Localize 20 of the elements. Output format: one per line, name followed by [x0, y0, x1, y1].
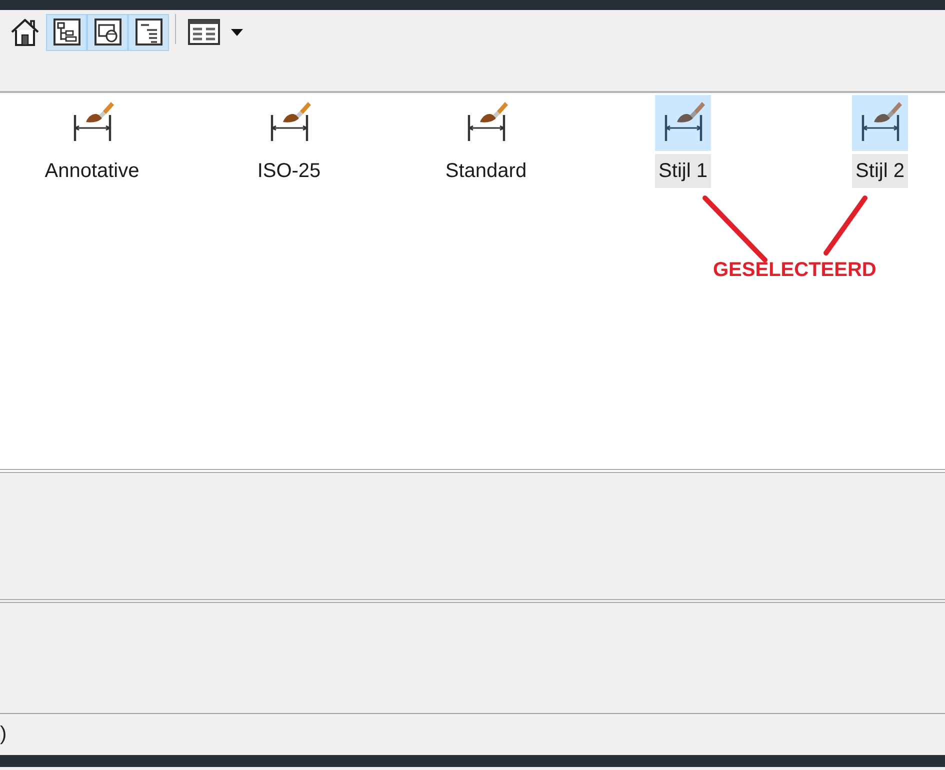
style-item[interactable]: Standard [443, 154, 529, 188]
leader-line [702, 196, 768, 262]
window-icon [94, 18, 122, 46]
style-item[interactable]: ISO-25 [255, 154, 323, 188]
style-item[interactable]: Stijl 2 [852, 154, 908, 188]
list-icon [134, 18, 162, 46]
annotation-label: GESELECTEERD [713, 259, 876, 281]
preview-button[interactable] [87, 14, 128, 50]
tree-view-button[interactable] [46, 14, 87, 50]
style-item[interactable]: Annotative [42, 154, 142, 188]
tree-icon [52, 18, 80, 46]
dimension-style-icon[interactable] [655, 95, 711, 151]
home-icon [10, 17, 40, 47]
caret-icon [231, 28, 243, 36]
list-view-button[interactable] [128, 14, 169, 50]
status-text: ) [0, 723, 7, 746]
leader-line [824, 196, 868, 256]
table-icon [188, 19, 220, 45]
dimension-style-icon[interactable] [852, 95, 908, 151]
style-item[interactable]: Stijl 1 [655, 154, 711, 188]
